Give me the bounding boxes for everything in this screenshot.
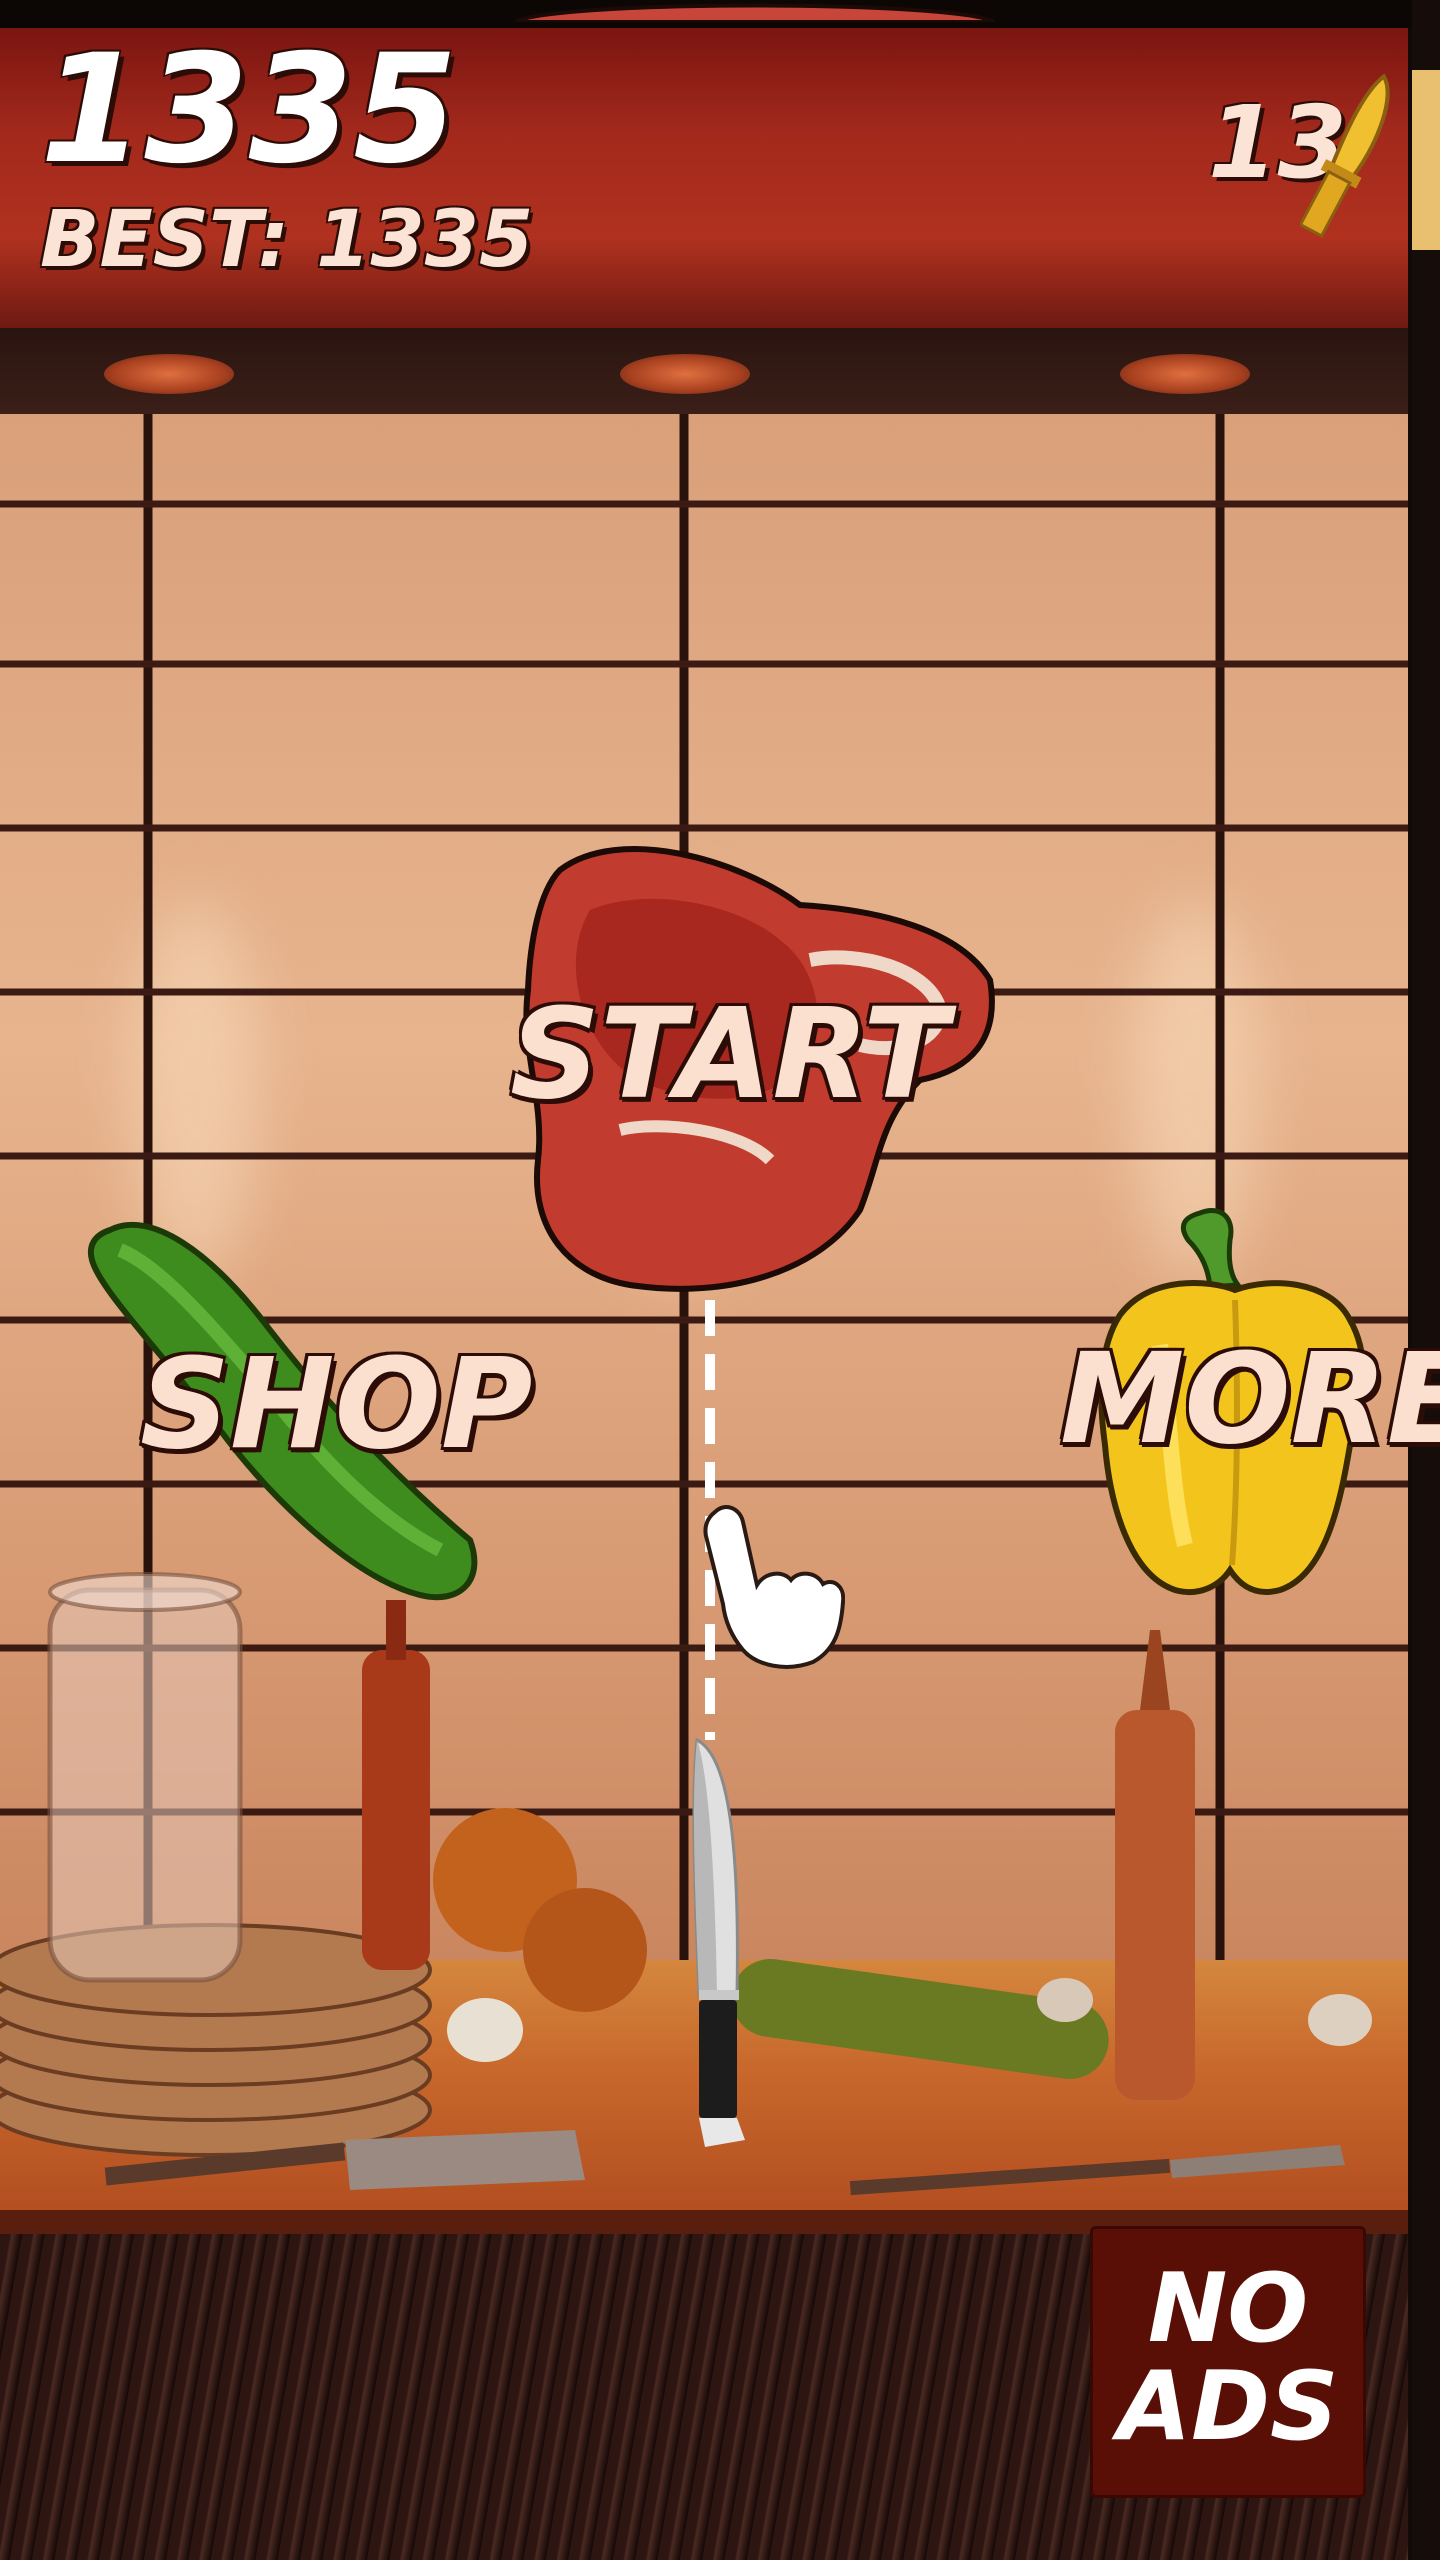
pointing-hand-icon [703, 1505, 845, 1669]
kitchen-knife-icon[interactable] [685, 1735, 755, 2155]
steak-peek-icon [515, 3, 995, 22]
ceiling-lamp [1120, 354, 1250, 394]
no-ads-line2: ADS [1117, 2352, 1339, 2462]
ceiling-lamp [104, 354, 234, 394]
game-screen: 1335 BEST: 1335 13 START SHOP MORE NO AD… [0, 0, 1440, 2560]
start-label: START [510, 982, 949, 1127]
ceiling-lamp [620, 354, 750, 394]
more-button[interactable]: MORE [1060, 1205, 1440, 1605]
no-ads-line1: NO [1147, 2254, 1309, 2364]
start-button[interactable]: START [500, 830, 1020, 1310]
shop-button[interactable]: SHOP [80, 1210, 533, 1610]
gold-knife-icon [1300, 73, 1390, 238]
adjacent-panel-edge [1412, 70, 1440, 250]
more-label: MORE [1060, 1327, 1440, 1472]
best-score: BEST: 1335 [40, 195, 534, 285]
score-value: 1335 [40, 23, 458, 197]
shop-label: SHOP [140, 1332, 533, 1477]
no-ads-button[interactable]: NO ADS [1090, 2226, 1366, 2498]
